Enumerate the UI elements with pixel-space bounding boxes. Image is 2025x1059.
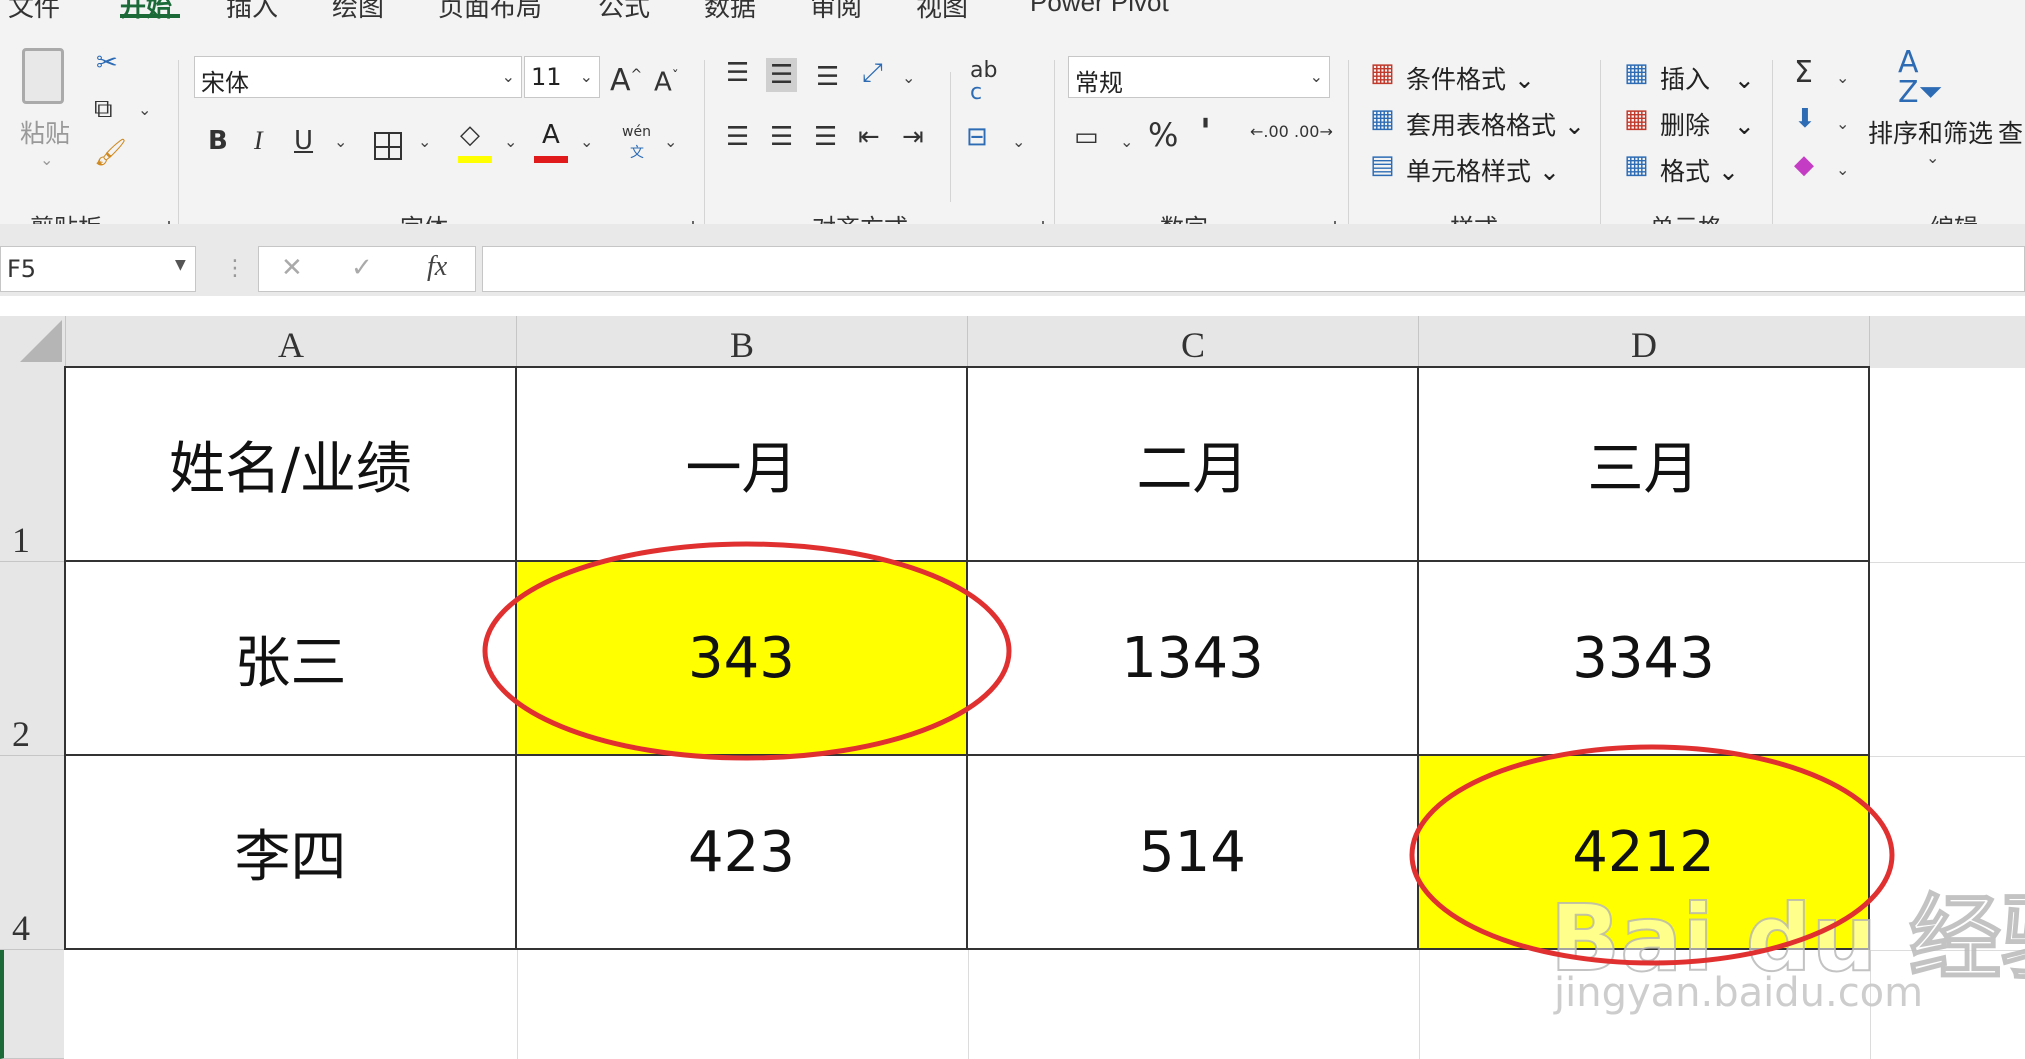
annotation-layer	[482, 541, 1895, 966]
annotation-circle	[1409, 744, 1895, 966]
annotation-circle	[482, 541, 1012, 761]
